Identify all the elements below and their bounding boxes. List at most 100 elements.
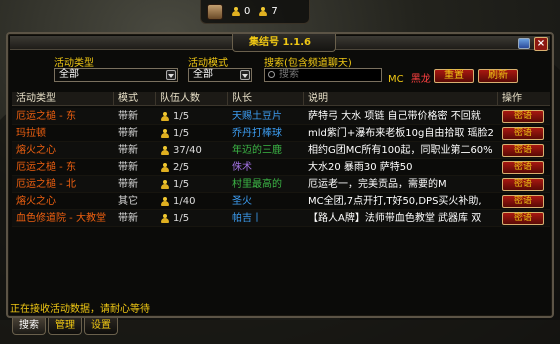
row-mode: 带新 [118, 111, 138, 122]
players-count: 0 [231, 6, 250, 17]
row-size-value: 2/5 [173, 162, 190, 173]
tab-search[interactable]: 搜索 [12, 318, 46, 335]
window-title: 集结号 1.1.6 [249, 37, 311, 48]
group-finder-window: 集结号 1.1.6 × 活动类型 全部 活动模式 全部 搜索(包含频道聊天) 搜… [6, 32, 554, 318]
col-op: 操作 [502, 93, 522, 104]
row-size: 37/40 [160, 142, 228, 159]
mode-filter-value: 全部 [193, 69, 213, 80]
row-size-value: 1/5 [173, 179, 190, 190]
person-icon [258, 7, 268, 16]
mc-value: 黑龙 [410, 74, 431, 85]
row-type: 熔火之心 [16, 145, 56, 156]
row-leader[interactable]: 帕吉丨 [232, 210, 304, 227]
row-op: 密语 [502, 176, 548, 193]
whisper-button[interactable]: 密语 [502, 110, 544, 123]
row-description: 大水20 暴雨30 萨特50 [308, 162, 413, 173]
close-button[interactable]: × [534, 37, 548, 51]
whisper-button[interactable]: 密语 [502, 161, 544, 174]
row-leader[interactable]: 村里最高的 [232, 176, 304, 193]
status-text: 正在接收活动数据，请耐心等待 [10, 304, 150, 315]
row-description: 相约G团MC所有100起，同职业第二60% [308, 145, 493, 156]
refresh-button[interactable]: 刷新 [478, 69, 518, 83]
row-type: 玛拉顿 [16, 128, 46, 139]
table-row[interactable]: 熔火之心 带新 37/40 年迈的三鹿 相约G团MC所有100起，同职业第二60% 密语 [12, 142, 550, 159]
chevron-down-icon[interactable] [240, 70, 250, 80]
row-type: 厄运之槌 - 东 [16, 162, 76, 173]
table-row[interactable]: 厄运之槌 - 东 带新 2/5 侏术 大水20 暴雨30 萨特50 密语 [12, 159, 550, 176]
reset-button[interactable]: 重置 [434, 69, 474, 83]
table-row[interactable]: 血色修道院 - 大教堂 带新 1/5 帕吉丨 【路人A牌】法师带血色教堂 武器库 双 密语 [12, 210, 550, 227]
col-size[interactable]: 队伍人数 [156, 92, 228, 106]
row-size-value: 37/40 [173, 145, 202, 156]
minimap-icon[interactable] [518, 38, 530, 49]
row-leader[interactable]: 乔丹打棒球 [232, 125, 304, 142]
type-filter-value: 全部 [59, 69, 79, 80]
person-icon [160, 214, 170, 223]
row-mode: 带新 [118, 179, 138, 190]
person-icon [160, 163, 170, 172]
person-icon [160, 180, 170, 189]
search-label: 搜索(包含频道聊天) [264, 58, 352, 69]
row-leader[interactable]: 年迈的三鹿 [232, 142, 304, 159]
table-row[interactable]: 厄运之槌 - 东 带新 1/5 天赐土豆片 萨特弓 大水 项链 自己带价格密 不回就 密语 [12, 108, 550, 125]
mode-filter-dropdown[interactable]: 全部 [188, 68, 252, 82]
type-filter-label: 活动类型 [54, 58, 94, 69]
mc-label: MC 黑龙 [388, 70, 431, 85]
row-op: 密语 [502, 142, 548, 159]
whisper-button[interactable]: 密语 [502, 195, 544, 208]
table-row[interactable]: 厄运之槌 - 北 带新 1/5 村里最高的 厄运老一，完美贡品，需要的M 密语 [12, 176, 550, 193]
activity-list: 厄运之槌 - 东带新 1/5 天赐土豆片 萨特弓 大水 项链 自己带价格密 不回就 密语… [12, 108, 550, 227]
row-mode: 带新 [118, 162, 138, 173]
whisper-button[interactable]: 密语 [502, 212, 544, 225]
row-type: 厄运之槌 - 北 [16, 179, 76, 190]
mc-label-text: MC [388, 74, 404, 85]
whisper-button[interactable]: 密语 [502, 144, 544, 157]
type-filter-dropdown[interactable]: 全部 [54, 68, 178, 82]
row-leader[interactable]: 圣火 [232, 193, 304, 210]
search-placeholder: 搜索 [279, 69, 299, 80]
person-icon [160, 129, 170, 138]
search-input[interactable]: 搜索 [264, 68, 382, 82]
row-size: 1/5 [160, 108, 228, 125]
col-type[interactable]: 活动类型 [12, 92, 114, 106]
row-mode: 带新 [118, 145, 138, 156]
bottom-tabs: 搜索 管理 设置 [12, 318, 118, 335]
row-size: 2/5 [160, 159, 228, 176]
row-size: 1/5 [160, 125, 228, 142]
row-type: 血色修道院 - 大教堂 [16, 213, 106, 224]
table-row[interactable]: 玛拉顿 带新 1/5 乔丹打棒球 mld紫门+瀑布来老板10g自由拾取 瑶脸2 密语 [12, 125, 550, 142]
row-type: 熔火之心 [16, 196, 56, 207]
tab-manage[interactable]: 管理 [48, 318, 82, 335]
mode-filter-label: 活动模式 [188, 58, 228, 69]
top-info-bar: 0 7 [200, 0, 310, 24]
whisper-button[interactable]: 密语 [502, 127, 544, 140]
row-mode: 带新 [118, 128, 138, 139]
row-mode: 带新 [118, 213, 138, 224]
title-bar[interactable]: 集结号 1.1.6 × [10, 34, 550, 52]
row-size-value: 1/5 [173, 111, 190, 122]
row-op: 密语 [502, 193, 548, 210]
row-leader[interactable]: 天赐土豆片 [232, 108, 304, 125]
whisper-button[interactable]: 密语 [502, 178, 544, 191]
row-size: 1/40 [160, 193, 228, 210]
row-op: 密语 [502, 159, 548, 176]
tab-settings[interactable]: 设置 [84, 318, 118, 335]
col-leader[interactable]: 队长 [228, 92, 304, 106]
row-size-value: 1/5 [173, 128, 190, 139]
row-op: 密语 [502, 125, 548, 142]
row-leader[interactable]: 侏术 [232, 159, 304, 176]
row-size-value: 1/40 [173, 196, 196, 207]
col-mode[interactable]: 模式 [114, 92, 156, 106]
chevron-down-icon[interactable] [166, 70, 176, 80]
row-type: 厄运之槌 - 东 [16, 111, 76, 122]
table-header: 活动类型 模式 队伍人数 队长 说明 操作 [12, 92, 550, 106]
col-desc[interactable]: 说明 [304, 92, 498, 106]
row-size: 1/5 [160, 176, 228, 193]
row-description: 萨特弓 大水 项链 自己带价格密 不回就 [308, 111, 481, 122]
row-size: 1/5 [160, 210, 228, 227]
search-icon [268, 71, 275, 78]
table-row[interactable]: 熔火之心 其它 1/40 圣火 MC全团,7点开打,T好50,DPS买火补助, 密语 [12, 193, 550, 210]
bag-icon[interactable] [207, 3, 223, 20]
person-icon [160, 197, 170, 206]
row-size-value: 1/5 [173, 213, 190, 224]
